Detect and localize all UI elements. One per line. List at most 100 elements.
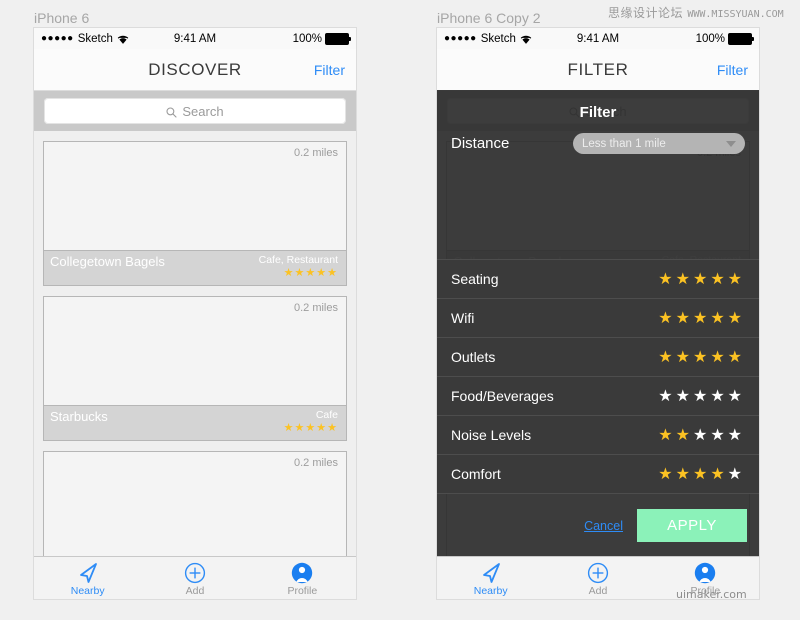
star-icon[interactable]: ★ xyxy=(316,267,327,279)
venue-rating: ★★★★★ xyxy=(259,267,338,279)
phone-discover: ●●●●● Sketch 9:41 AM 100% DISCOVER Filte… xyxy=(34,28,356,599)
star-icon[interactable]: ★ xyxy=(728,271,745,288)
rating-stars[interactable]: ★★★★★ xyxy=(658,425,745,445)
watermark-top-cjk: 思缘设计论坛 xyxy=(608,6,684,20)
rating-label: Food/Beverages xyxy=(451,388,554,404)
star-icon[interactable]: ★ xyxy=(658,349,675,366)
star-icon[interactable]: ★ xyxy=(728,427,745,444)
star-icon[interactable]: ★ xyxy=(693,427,710,444)
star-icon[interactable]: ★ xyxy=(676,271,693,288)
navigation-arrow-icon xyxy=(479,562,503,584)
tab-nearby[interactable]: Nearby xyxy=(437,557,544,599)
rating-filter-row[interactable]: Comfort ★★★★★ xyxy=(437,455,759,494)
rating-filter-list: Seating ★★★★★ Wifi ★★★★★ Outlets ★★★★★ F… xyxy=(437,259,759,494)
filter-spacer xyxy=(437,164,759,259)
star-icon[interactable]: ★ xyxy=(295,267,306,279)
tab-nearby[interactable]: Nearby xyxy=(34,557,141,599)
star-icon[interactable]: ★ xyxy=(658,271,675,288)
star-icon[interactable]: ★ xyxy=(305,267,316,279)
filter-actions: Cancel APPLY xyxy=(437,494,759,557)
star-icon[interactable]: ★ xyxy=(284,267,295,279)
rating-filter-row[interactable]: Outlets ★★★★★ xyxy=(437,338,759,377)
search-placeholder: Search xyxy=(182,103,224,119)
star-icon[interactable]: ★ xyxy=(676,466,693,483)
apply-button[interactable]: APPLY xyxy=(637,509,747,542)
search-input[interactable]: Search xyxy=(44,98,346,124)
star-icon[interactable]: ★ xyxy=(693,349,710,366)
star-icon[interactable]: ★ xyxy=(710,388,727,405)
tab-add[interactable]: Add xyxy=(141,557,248,599)
artboard-label-left: iPhone 6 xyxy=(34,10,90,26)
venue-card[interactable]: 0.2 miles Collegetown Bagels Cafe, Resta… xyxy=(43,141,347,286)
filter-button[interactable]: Filter xyxy=(717,62,748,78)
star-icon[interactable]: ★ xyxy=(693,271,710,288)
cancel-button[interactable]: Cancel xyxy=(584,519,623,533)
venue-distance: 0.2 miles xyxy=(293,302,338,314)
watermark-top-url: WWW.MISSYUAN.COM xyxy=(687,9,784,20)
rating-label: Seating xyxy=(451,271,499,287)
tab-add[interactable]: Add xyxy=(544,557,651,599)
page-title: DISCOVER xyxy=(148,59,242,79)
star-icon[interactable]: ★ xyxy=(728,310,745,327)
navigation-arrow-icon xyxy=(76,562,100,584)
distance-dropdown[interactable]: Less than 1 mile xyxy=(573,133,745,154)
star-icon[interactable]: ★ xyxy=(710,271,727,288)
page-title: FILTER xyxy=(567,59,629,79)
navigation-bar: DISCOVER Filter xyxy=(34,49,356,91)
star-icon[interactable]: ★ xyxy=(676,388,693,405)
star-icon[interactable]: ★ xyxy=(710,310,727,327)
battery-icon xyxy=(325,32,351,45)
star-icon[interactable]: ★ xyxy=(710,349,727,366)
tab-label: Add xyxy=(588,584,608,597)
filter-panel-title: Filter xyxy=(579,104,617,121)
venue-meta: Cafe, Restaurant ★★★★★ xyxy=(259,253,338,279)
star-icon[interactable]: ★ xyxy=(728,466,745,483)
person-avatar-icon xyxy=(694,562,716,584)
rating-filter-row[interactable]: Food/Beverages ★★★★★ xyxy=(437,377,759,416)
star-icon[interactable]: ★ xyxy=(658,427,675,444)
star-icon[interactable]: ★ xyxy=(676,310,693,327)
tab-profile[interactable]: Profile xyxy=(249,557,356,599)
star-icon[interactable]: ★ xyxy=(658,466,675,483)
rating-filter-row[interactable]: Wifi ★★★★★ xyxy=(437,299,759,338)
rating-filter-row[interactable]: Noise Levels ★★★★★ xyxy=(437,416,759,455)
star-icon[interactable]: ★ xyxy=(728,349,745,366)
star-icon[interactable]: ★ xyxy=(658,388,675,405)
star-icon[interactable]: ★ xyxy=(728,388,745,405)
rating-filter-row[interactable]: Seating ★★★★★ xyxy=(437,260,759,299)
star-icon[interactable]: ★ xyxy=(710,466,727,483)
venue-category: Cafe, Restaurant xyxy=(258,254,338,266)
star-icon[interactable]: ★ xyxy=(327,422,338,434)
star-icon[interactable]: ★ xyxy=(693,388,710,405)
star-icon[interactable]: ★ xyxy=(710,427,727,444)
rating-stars[interactable]: ★★★★★ xyxy=(658,386,745,406)
person-avatar-icon xyxy=(291,562,313,584)
venue-card[interactable]: 0.2 miles Starbucks Cafe ★★★★★ xyxy=(43,296,347,441)
star-icon[interactable]: ★ xyxy=(316,422,327,434)
filter-button[interactable]: Filter xyxy=(314,62,345,78)
star-icon[interactable]: ★ xyxy=(305,422,316,434)
discover-content: Search 0.2 miles Collegetown Bagels Cafe… xyxy=(34,91,356,599)
status-bar: ●●●●● Sketch 9:41 AM 100% xyxy=(437,28,759,49)
tab-label: Nearby xyxy=(473,584,508,597)
rating-stars[interactable]: ★★★★★ xyxy=(658,269,745,289)
star-icon[interactable]: ★ xyxy=(327,267,338,279)
clock-label: 9:41 AM xyxy=(173,32,217,45)
search-icon xyxy=(166,106,177,118)
star-icon[interactable]: ★ xyxy=(676,349,693,366)
star-icon[interactable]: ★ xyxy=(295,422,306,434)
distance-filter-row: Distance Less than 1 mile xyxy=(437,127,759,164)
star-icon[interactable]: ★ xyxy=(676,427,693,444)
rating-stars[interactable]: ★★★★★ xyxy=(658,308,745,328)
star-icon[interactable]: ★ xyxy=(693,466,710,483)
rating-stars[interactable]: ★★★★★ xyxy=(658,347,745,367)
star-icon[interactable]: ★ xyxy=(284,422,295,434)
tab-label: Add xyxy=(185,584,205,597)
star-icon[interactable]: ★ xyxy=(693,310,710,327)
venue-photo: 0.2 miles xyxy=(44,452,346,560)
rating-label: Outlets xyxy=(451,349,496,365)
star-icon[interactable]: ★ xyxy=(658,310,675,327)
chevron-down-icon xyxy=(726,140,736,147)
watermark-top: 思缘设计论坛 WWW.MISSYUAN.COM xyxy=(608,4,784,21)
rating-stars[interactable]: ★★★★★ xyxy=(658,464,745,484)
